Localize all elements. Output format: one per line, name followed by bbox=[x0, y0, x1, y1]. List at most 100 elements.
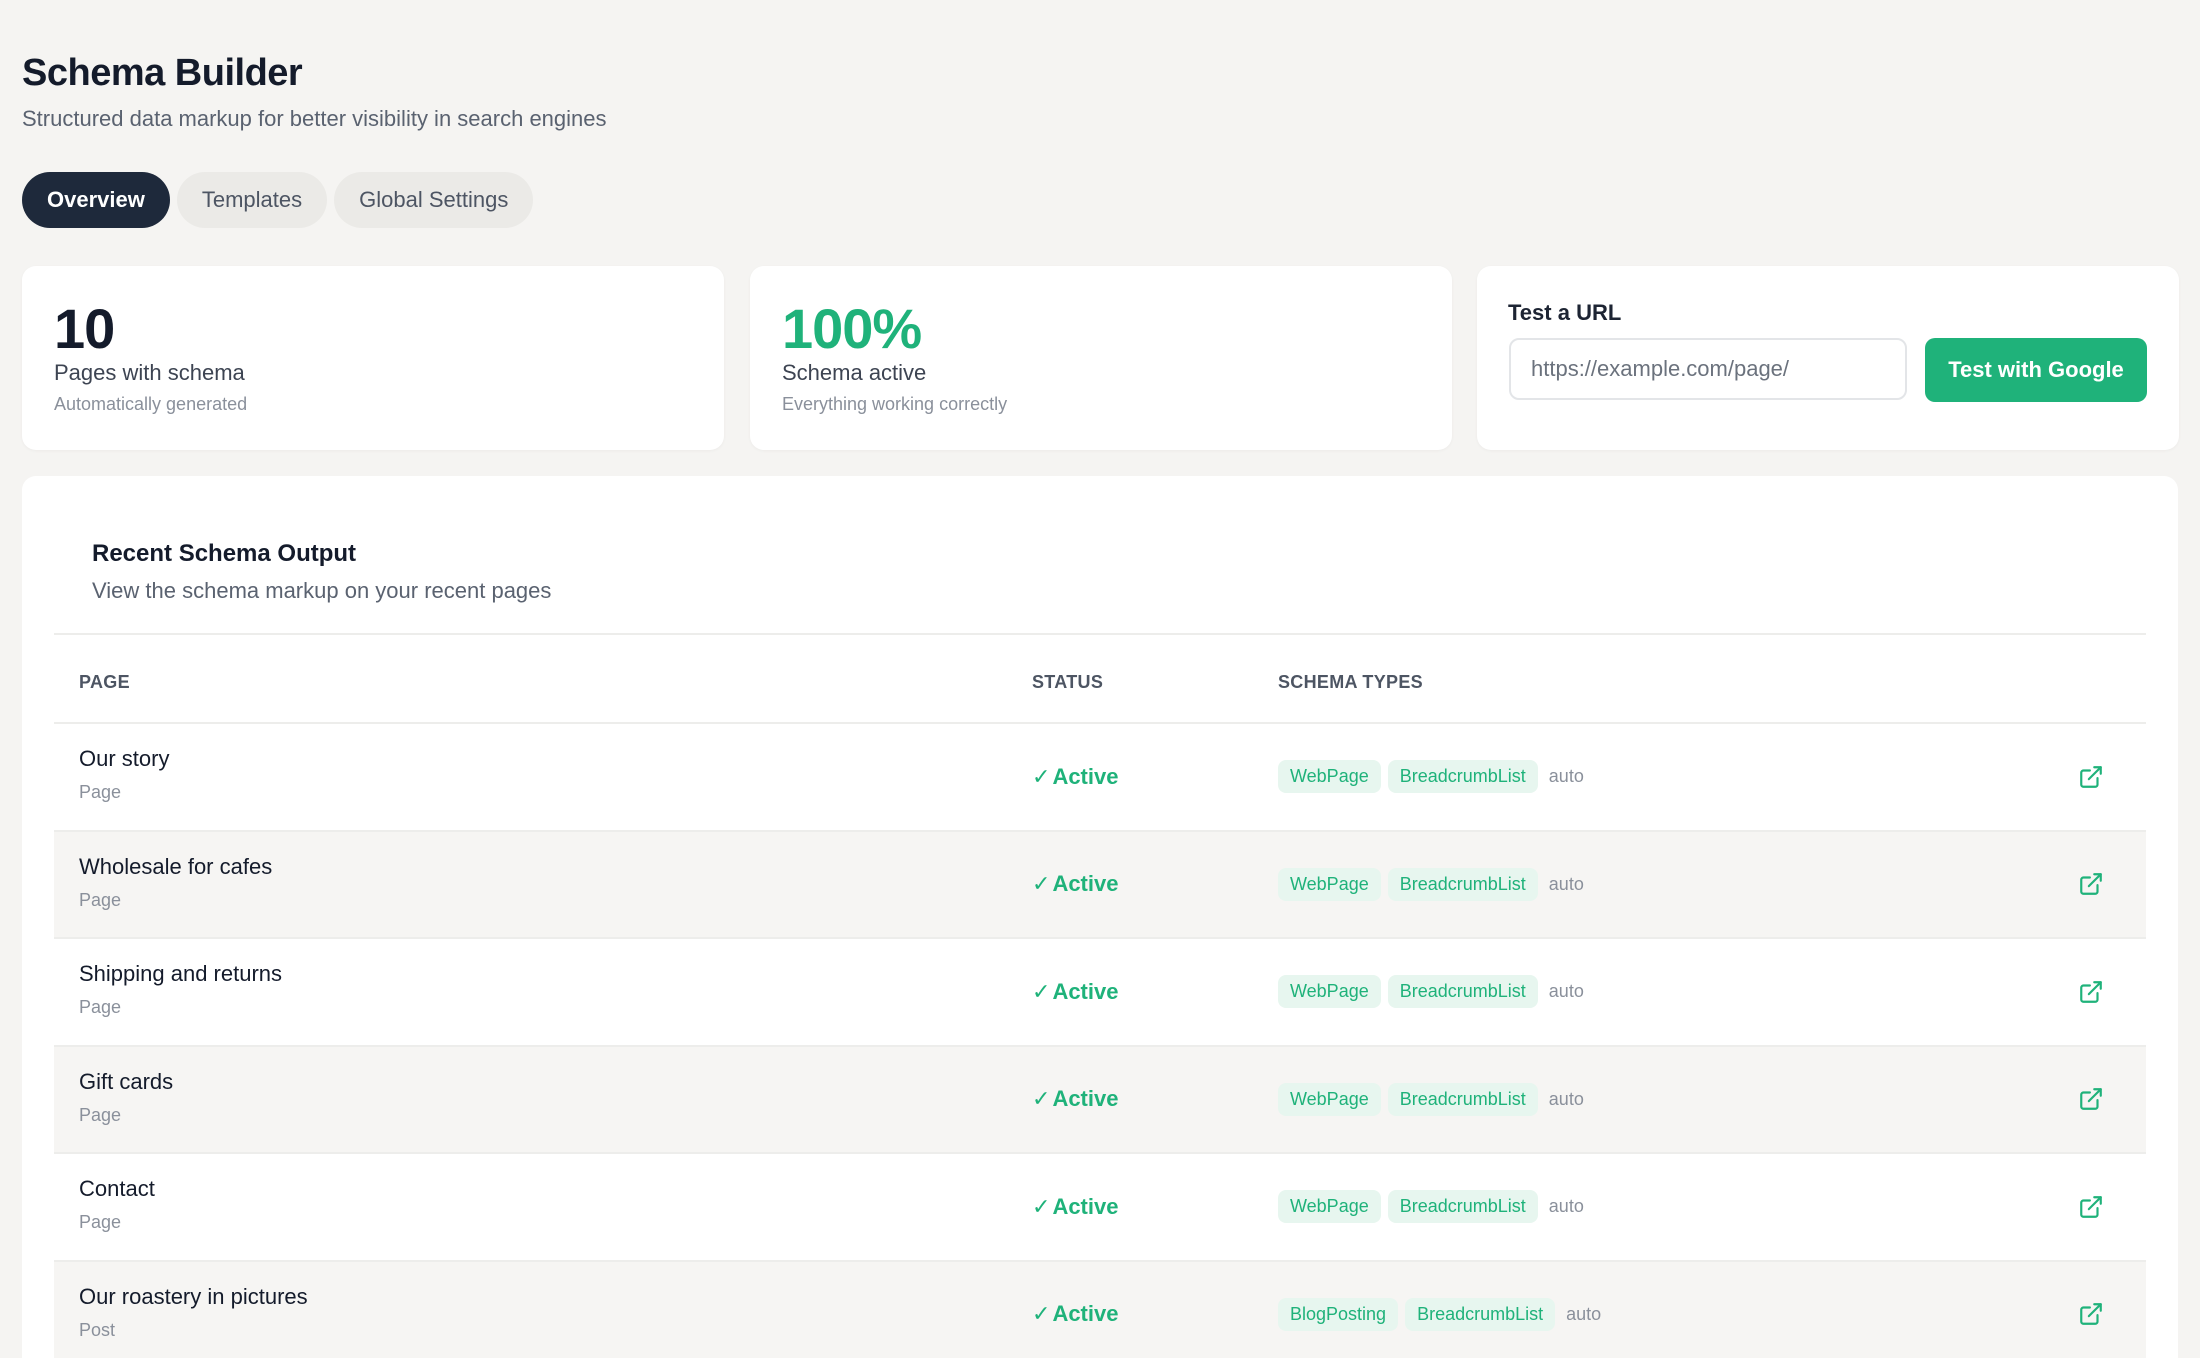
status-badge: ✓ Active bbox=[1032, 979, 1278, 1005]
check-icon: ✓ bbox=[1032, 1301, 1051, 1327]
link-cell bbox=[2036, 1301, 2146, 1327]
status-cell: ✓ Active bbox=[1032, 1301, 1278, 1327]
page-cell: Our roastery in pictures Post bbox=[54, 1284, 1032, 1341]
table-body: Our story Page ✓ Active WebPage Breadcru… bbox=[54, 724, 2146, 1358]
auto-label: auto bbox=[1548, 766, 1584, 787]
schema-type-badge: BreadcrumbList bbox=[1387, 1190, 1538, 1224]
status-text: Active bbox=[1052, 1193, 1119, 1219]
auto-label: auto bbox=[1548, 981, 1584, 1002]
table-row: Shipping and returns Page ✓ Active WebPa… bbox=[54, 939, 2146, 1047]
status-text: Active bbox=[1052, 978, 1119, 1004]
external-link-icon[interactable] bbox=[2078, 871, 2104, 897]
status-cell: ✓ Active bbox=[1032, 764, 1278, 790]
schema-type-badge: WebPage bbox=[1278, 1082, 1381, 1116]
status-cell: ✓ Active bbox=[1032, 1194, 1278, 1220]
page-kind: Page bbox=[79, 1212, 122, 1233]
page-name[interactable]: Shipping and returns bbox=[79, 961, 1032, 987]
page-title: Schema Builder bbox=[22, 52, 303, 94]
auto-label: auto bbox=[1548, 1088, 1584, 1109]
page-subtitle: Structured data markup for better visibi… bbox=[22, 106, 607, 131]
external-link-icon[interactable] bbox=[2078, 1086, 2104, 1112]
stat-hint: Everything working correctly bbox=[782, 394, 1008, 414]
stat-card-pages: 10 Pages with schema Automatically gener… bbox=[22, 266, 724, 450]
stat-label: Schema active bbox=[782, 360, 927, 385]
status-text: Active bbox=[1052, 871, 1119, 897]
page-name[interactable]: Gift cards bbox=[79, 1069, 1032, 1095]
table-row: Gift cards Page ✓ Active WebPage Breadcr… bbox=[54, 1046, 2146, 1154]
tab-templates[interactable]: Templates bbox=[176, 172, 328, 228]
test-with-google-button[interactable]: Test with Google bbox=[1925, 338, 2147, 402]
external-link-icon[interactable] bbox=[2078, 1194, 2104, 1220]
page-kind: Page bbox=[79, 997, 122, 1018]
external-link-icon[interactable] bbox=[2078, 1301, 2104, 1327]
page-kind: Post bbox=[79, 1319, 116, 1340]
table-row: Our roastery in pictures Post ✓ Active B… bbox=[54, 1261, 2146, 1358]
status-text: Active bbox=[1052, 763, 1119, 789]
link-cell bbox=[2036, 1086, 2146, 1112]
link-cell bbox=[2036, 764, 2146, 790]
page-kind: Page bbox=[79, 1104, 122, 1125]
external-link-icon[interactable] bbox=[2078, 764, 2104, 790]
stat-label: Pages with schema bbox=[54, 360, 245, 385]
tab-global-settings[interactable]: Global Settings bbox=[334, 172, 534, 228]
schema-type-badge: WebPage bbox=[1278, 867, 1381, 901]
panel-title: Recent Schema Output bbox=[92, 540, 357, 567]
check-icon: ✓ bbox=[1032, 978, 1051, 1004]
column-header-schema-types: SCHEMA TYPES bbox=[1278, 672, 1423, 692]
table-row: Wholesale for cafes Page ✓ Active WebPag… bbox=[54, 831, 2146, 939]
schema-type-badge: BreadcrumbList bbox=[1387, 867, 1538, 901]
test-url-label: Test a URL bbox=[1508, 300, 1622, 325]
table-row: Our story Page ✓ Active WebPage Breadcru… bbox=[54, 724, 2146, 832]
schema-types-cell: WebPage BreadcrumbList auto bbox=[1278, 1082, 2036, 1116]
schema-type-badge: BreadcrumbList bbox=[1387, 1082, 1538, 1116]
status-cell: ✓ Active bbox=[1032, 871, 1278, 897]
status-badge: ✓ Active bbox=[1032, 1301, 1278, 1327]
status-badge: ✓ Active bbox=[1032, 1194, 1278, 1220]
schema-type-badge: BreadcrumbList bbox=[1405, 1297, 1556, 1331]
external-link-icon[interactable] bbox=[2078, 979, 2104, 1005]
check-icon: ✓ bbox=[1032, 1086, 1051, 1112]
page-name[interactable]: Contact bbox=[79, 1176, 1032, 1202]
test-url-input[interactable] bbox=[1509, 338, 1907, 400]
status-text: Active bbox=[1052, 1301, 1119, 1327]
page-kind: Page bbox=[79, 782, 122, 803]
page-cell: Wholesale for cafes Page bbox=[54, 854, 1032, 911]
panel-subtitle: View the schema markup on your recent pa… bbox=[92, 578, 552, 603]
page-name[interactable]: Our story bbox=[79, 746, 1032, 772]
recent-schema-panel: Recent Schema Output View the schema mar… bbox=[22, 476, 2178, 1358]
status-badge: ✓ Active bbox=[1032, 764, 1278, 790]
page-name[interactable]: Our roastery in pictures bbox=[79, 1284, 1032, 1310]
status-badge: ✓ Active bbox=[1032, 871, 1278, 897]
test-url-card: Test a URL Test with Google bbox=[1477, 266, 2179, 450]
schema-types-cell: WebPage BreadcrumbList auto bbox=[1278, 975, 2036, 1009]
link-cell bbox=[2036, 1194, 2146, 1220]
stat-value: 10 bbox=[54, 297, 115, 360]
schema-type-badge: WebPage bbox=[1278, 760, 1381, 794]
page-kind: Page bbox=[79, 889, 122, 910]
divider bbox=[54, 633, 2146, 635]
table-row: Contact Page ✓ Active WebPage Breadcrumb… bbox=[54, 1154, 2146, 1262]
page-cell: Shipping and returns Page bbox=[54, 961, 1032, 1018]
status-cell: ✓ Active bbox=[1032, 979, 1278, 1005]
column-header-page: PAGE bbox=[79, 672, 130, 692]
check-icon: ✓ bbox=[1032, 871, 1051, 897]
auto-label: auto bbox=[1548, 1196, 1584, 1217]
schema-types-cell: WebPage BreadcrumbList auto bbox=[1278, 1190, 2036, 1224]
link-cell bbox=[2036, 871, 2146, 897]
schema-types-cell: WebPage BreadcrumbList auto bbox=[1278, 760, 2036, 794]
page-cell: Gift cards Page bbox=[54, 1069, 1032, 1126]
status-cell: ✓ Active bbox=[1032, 1086, 1278, 1112]
stat-hint: Automatically generated bbox=[54, 394, 248, 414]
link-cell bbox=[2036, 979, 2146, 1005]
check-icon: ✓ bbox=[1032, 1193, 1051, 1219]
auto-label: auto bbox=[1548, 873, 1584, 894]
schema-type-badge: WebPage bbox=[1278, 1190, 1381, 1224]
check-icon: ✓ bbox=[1032, 763, 1051, 789]
stat-card-active: 100% Schema active Everything working co… bbox=[750, 266, 1452, 450]
schema-type-badge: WebPage bbox=[1278, 975, 1381, 1009]
page-name[interactable]: Wholesale for cafes bbox=[79, 854, 1032, 880]
schema-type-badge: BreadcrumbList bbox=[1387, 975, 1538, 1009]
tab-overview[interactable]: Overview bbox=[22, 172, 170, 228]
tab-bar: Overview Templates Global Settings bbox=[22, 172, 534, 228]
status-badge: ✓ Active bbox=[1032, 1086, 1278, 1112]
